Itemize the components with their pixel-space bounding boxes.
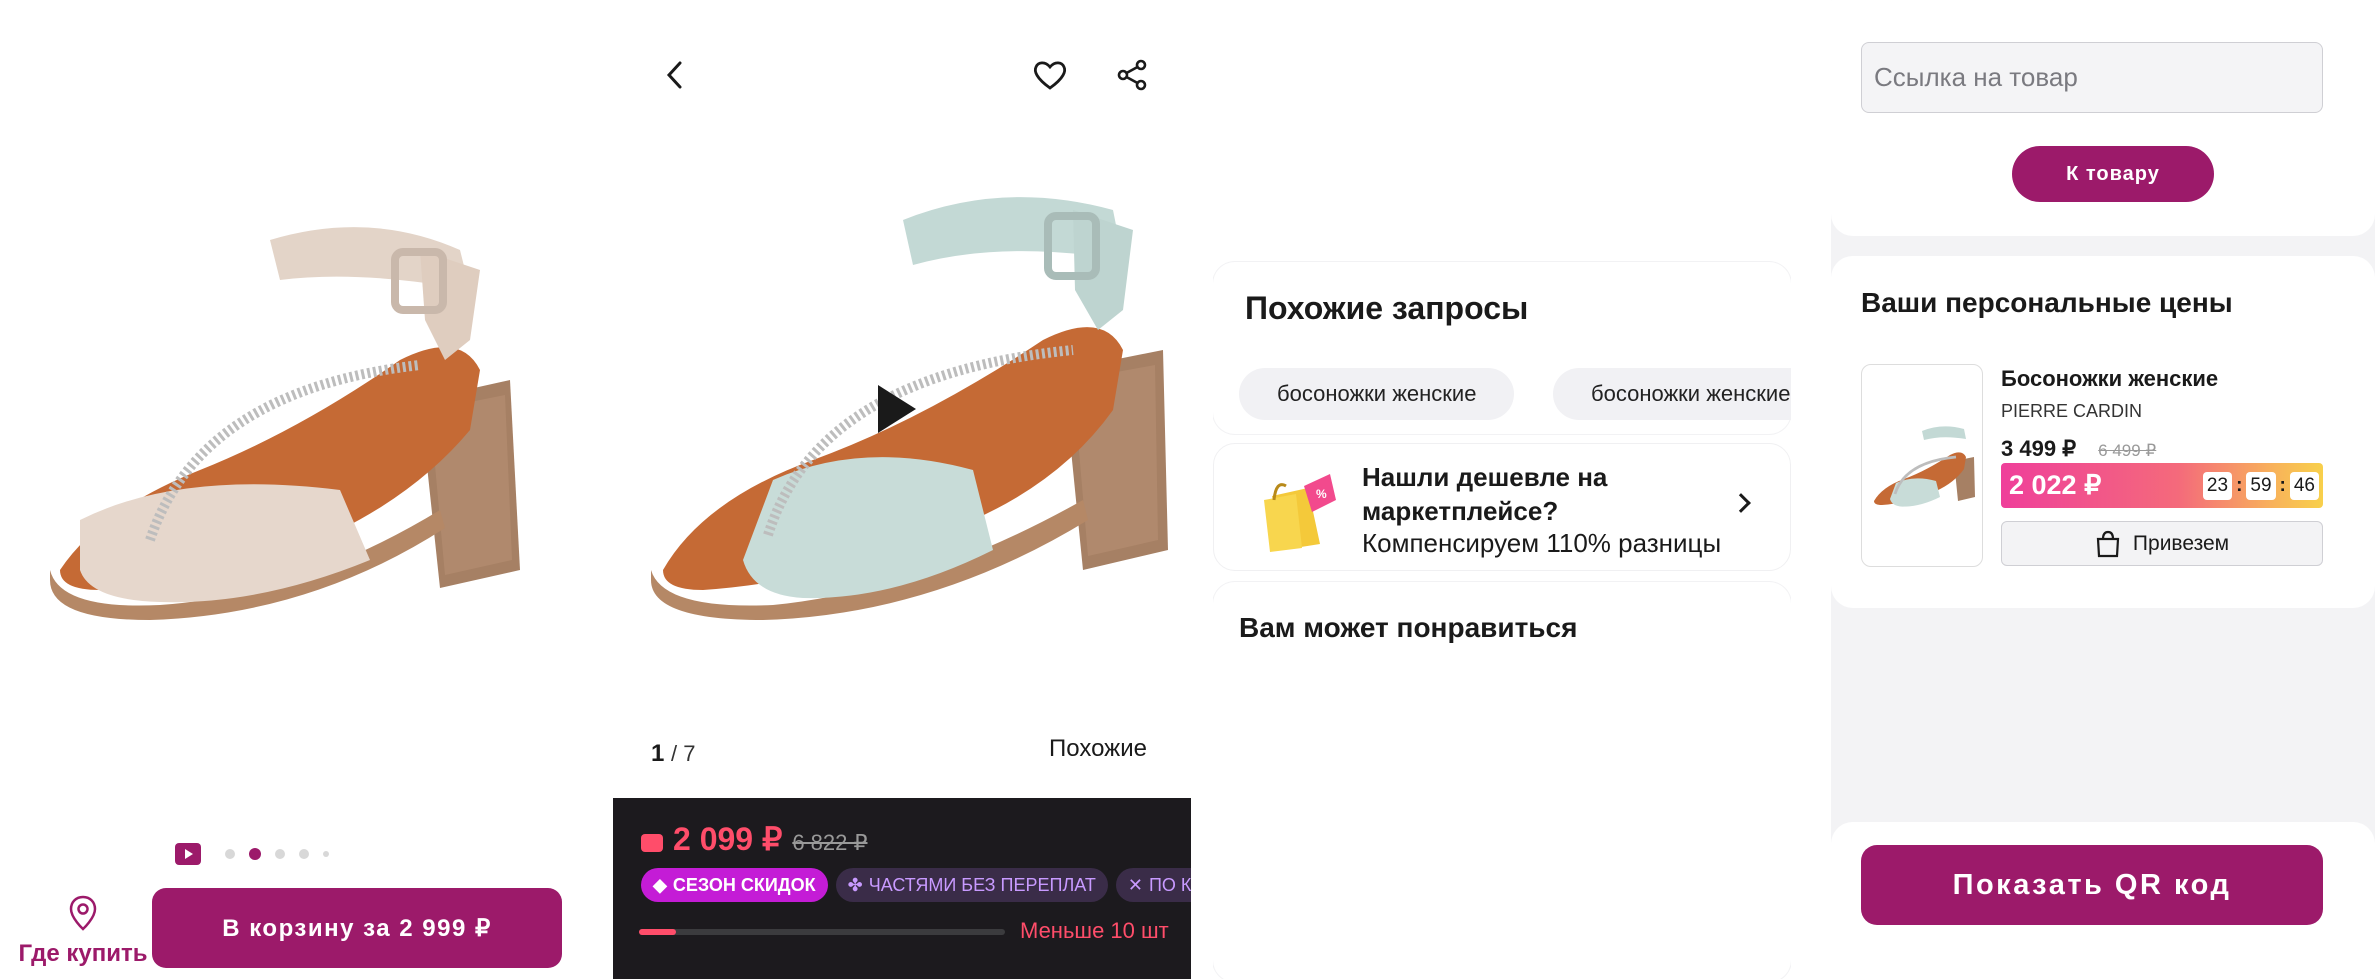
shopping-bag-icon [2096,530,2120,557]
add-to-cart-button[interactable]: В корзину за 2 999 ₽ [152,888,562,968]
similar-products-link[interactable]: Похожие [1049,735,1147,763]
back-button[interactable] [655,55,695,95]
query-chip[interactable]: босоножки женские [1553,368,1791,420]
you-may-like-title: Вам может понравиться [1239,612,1578,643]
favorite-button[interactable] [1030,55,1070,95]
personal-prices-title: Ваши персональные цены [1861,287,2233,318]
share-icon [1117,59,1147,91]
found-cheaper-title: Нашли дешевле на маркетплейсе? [1362,462,1608,526]
product-image-beige-sandal[interactable] [40,210,540,630]
badge-label: ЧАСТЯМИ БЕЗ ПЕРЕПЛАТ [868,874,1096,895]
badge-installments[interactable]: ✤ ЧАСТЯМИ БЕЗ ПЕРЕПЛАТ [835,868,1108,902]
product-brand: PIERRE CARDIN [2001,401,2143,421]
image-counter: 1 / 7 [651,740,696,768]
gallery-dot[interactable] [225,849,235,859]
shopping-bag-icon: % [1264,474,1336,552]
found-cheaper-subtitle: Компенсируем 110% разницы [1362,528,1722,558]
countdown-timer: 23 : 59 : 46 [2202,471,2319,500]
gallery-dot[interactable] [323,851,329,857]
timer-hours: 23 [2202,471,2233,500]
product-thumbnail[interactable] [1861,364,1983,567]
gallery-pagination[interactable] [175,843,329,865]
badge-label: ПО КЛ [1148,874,1191,895]
badge-season-sale[interactable]: ◆ СЕЗОН СКИДОК [641,868,828,902]
recommendations-panel: Похожие запросы босоножки женские босоно… [1213,0,1791,979]
query-chip[interactable]: босоножки женские [1239,368,1515,420]
share-button[interactable] [1112,55,1152,95]
price-block: 2 099 ₽ 6 822 ₽ ◆ СЕЗОН СКИДОК ✤ ЧАСТЯМИ… [613,798,1191,979]
product-price-row: 3 499 ₽ 6 499 ₽ [2001,436,2156,462]
tag-icon: ◆ [653,874,667,895]
similar-queries-title: Похожие запросы [1245,290,1529,326]
stock-progress-fill [639,929,676,935]
where-to-buy-label: Где купить [18,940,148,967]
stock-text: Меньше 10 шт [1020,918,1169,943]
product-thumbnail-image [1874,426,1975,507]
deliver-button[interactable]: Привезем [2001,521,2323,566]
timer-separator: : [2236,474,2243,496]
store-panel: К товару Ваши персональные цены Босоножк… [1831,0,2375,979]
chevron-left-icon [666,61,682,89]
video-indicator-icon[interactable] [175,843,201,865]
timer-seconds: 46 [2289,471,2319,500]
price-row: 2 099 ₽ 6 822 ₽ [641,820,868,858]
product-old-price: 6 499 ₽ [2098,441,2157,460]
personal-price-bar: 2 022 ₽ 23 : 59 : 46 [2001,463,2323,508]
image-counter-current: 1 [651,740,665,767]
personal-price: 2 022 ₽ [2009,470,2102,500]
where-to-buy-button[interactable]: Где купить [18,895,148,968]
badge-card[interactable]: ✕ ПО КЛ [1115,868,1191,902]
image-counter-total: / 7 [671,741,696,766]
deliver-label: Привезем [2132,531,2230,555]
wallet-icon [641,834,663,852]
tools-icon: ✕ [1127,874,1143,895]
stock-progress-bar [639,929,1005,935]
timer-separator: : [2279,474,2286,496]
found-cheaper-banner[interactable]: % Нашли дешевле на маркетплейсе? Компенс… [1213,443,1791,571]
product-name[interactable]: Босоножки женские [2001,366,2218,392]
svg-text:%: % [1316,487,1327,501]
promo-badges: ◆ СЕЗОН СКИДОК ✤ ЧАСТЯМИ БЕЗ ПЕРЕПЛАТ ✕ … [641,868,1191,902]
badge-label: СЕЗОН СКИДОК [672,874,816,895]
current-price: 2 099 ₽ [673,821,783,857]
gallery-dot-active[interactable] [249,848,261,860]
gallery-dot[interactable] [299,849,309,859]
product-video-panel: 1 / 7 Похожие 2 099 ₽ 6 822 ₽ ◆ СЕЗОН СК… [613,0,1191,979]
puzzle-icon: ✤ [847,874,863,895]
product-price: 3 499 ₽ [2001,436,2077,461]
play-video-icon[interactable] [878,385,916,433]
go-to-product-button[interactable]: К товару [2012,146,2214,202]
heart-icon [1033,61,1067,90]
chevron-right-icon [1731,493,1751,513]
location-pin-icon [69,895,97,931]
show-qr-code-button[interactable]: Показать QR код [1861,845,2323,925]
gallery-dot[interactable] [275,849,285,859]
timer-minutes: 59 [2246,471,2276,500]
product-link-input[interactable] [1861,42,2323,113]
old-price: 6 822 ₽ [792,830,868,855]
product-gallery-panel: Где купить В корзину за 2 999 ₽ [0,0,580,979]
